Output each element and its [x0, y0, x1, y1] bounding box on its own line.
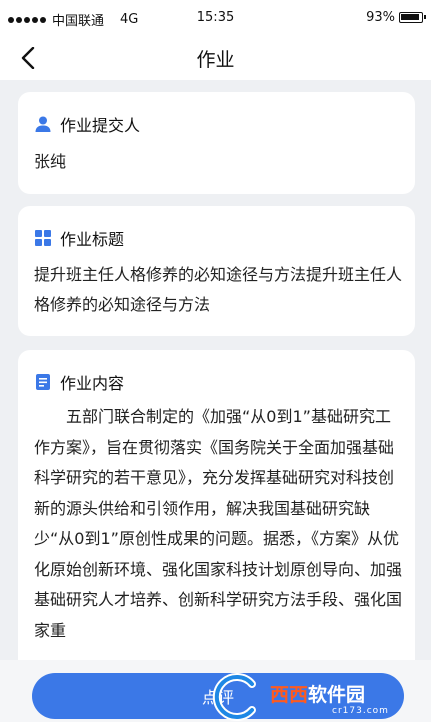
homework-content-header: 作业内容 — [34, 370, 124, 394]
homework-content-label: 作业内容 — [60, 374, 125, 393]
watermark-text: 西西软件园 — [270, 680, 365, 707]
battery-percent: 93% — [366, 10, 395, 25]
nav-bar: 作业 — [0, 36, 431, 80]
homework-title-header: 作业标题 — [34, 226, 124, 250]
watermark-brand: 西西 — [270, 684, 309, 706]
submitter-card: 作业提交人 张纯 — [18, 92, 415, 194]
status-right: 93% — [366, 10, 426, 25]
homework-title-label: 作业标题 — [60, 230, 125, 249]
battery-icon — [399, 12, 426, 23]
watermark-domain: cr173.com — [332, 706, 389, 716]
document-icon — [34, 373, 52, 391]
submitter-header: 作业提交人 — [34, 112, 140, 136]
submitter-name: 张纯 — [34, 152, 67, 171]
homework-content-text: 五部门联合制定的《加强“从0到1”基础研究工作方案》，旨在贯彻落实《国务院关于全… — [34, 407, 403, 640]
watermark-c-icon — [212, 673, 256, 721]
status-bar: 中国联通 4G 15:35 93% — [0, 0, 431, 36]
content-area[interactable]: 作业提交人 张纯 作业标题 提升班主任人格修养的必知途径与方法提升班主任人格修养… — [0, 80, 431, 722]
homework-title-value: 提升班主任人格修养的必知途径与方法提升班主任人格修养的必知途径与方法 — [34, 265, 403, 314]
submitter-label: 作业提交人 — [60, 116, 141, 135]
grid-icon — [34, 229, 52, 247]
page-title: 作业 — [196, 49, 235, 71]
person-icon — [34, 115, 52, 133]
watermark-logo: 西西软件园 cr173.com — [208, 672, 431, 722]
watermark-name: 软件园 — [308, 684, 366, 706]
homework-title-card: 作业标题 提升班主任人格修养的必知途径与方法提升班主任人格修养的必知途径与方法 — [18, 206, 415, 336]
